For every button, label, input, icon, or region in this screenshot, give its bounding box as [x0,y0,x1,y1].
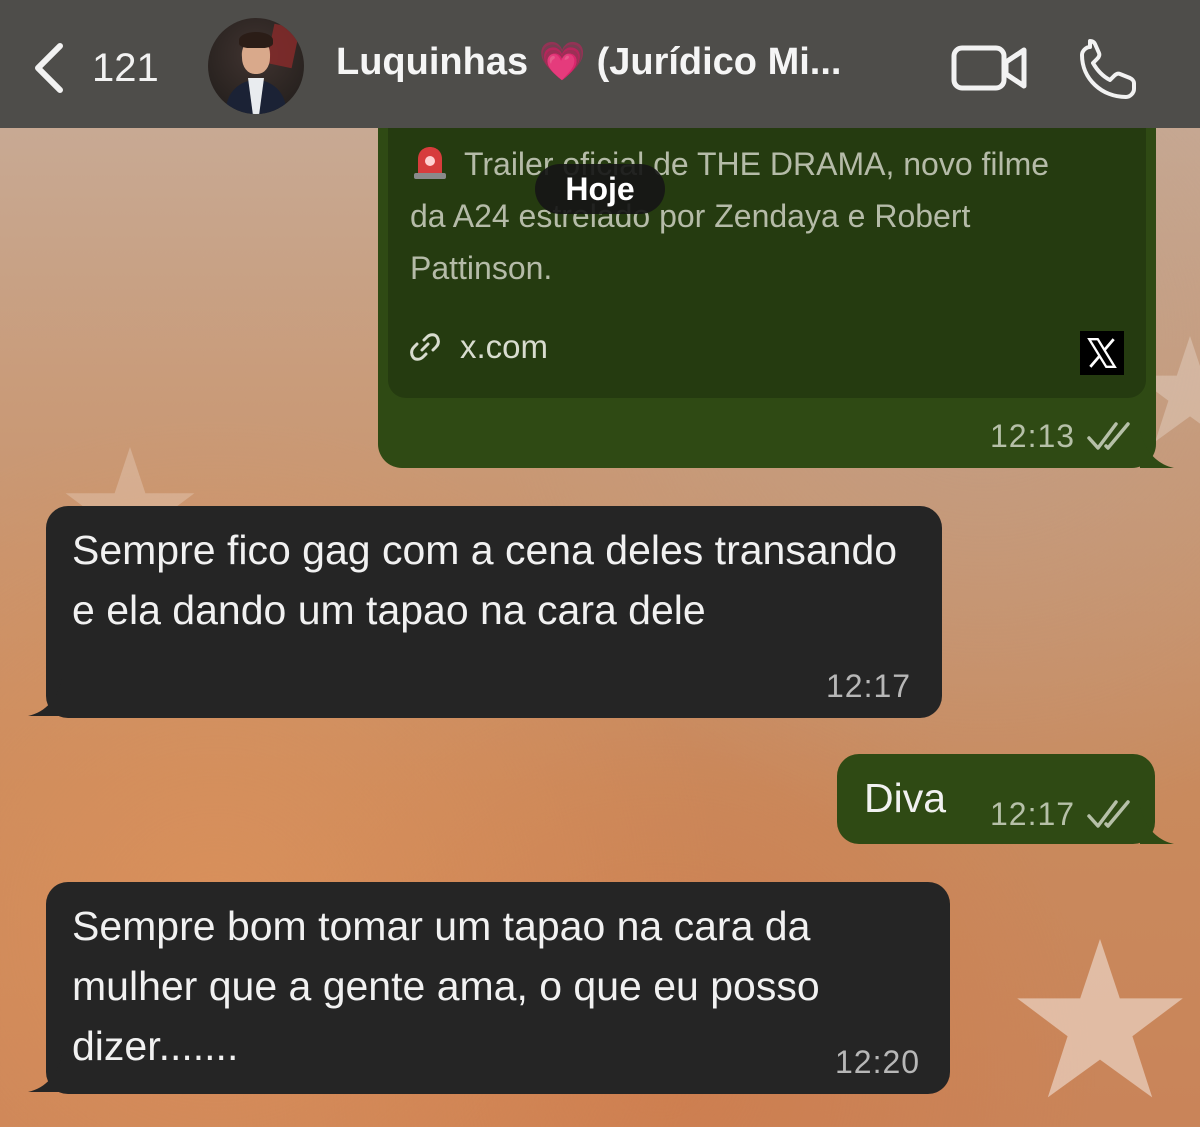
link-preview-description: Trailer oficial de THE DRAMA, novo filme… [410,146,1050,286]
x-logo-icon [1080,331,1124,375]
message-time: 12:17 [990,796,1076,832]
bubble-tail [1140,806,1174,844]
heart-emoji: 💗 [538,41,586,83]
contact-name-text: Luquinhas [336,41,529,83]
message-time: 12:13 [990,418,1076,454]
link-chain-icon [410,333,440,361]
bubble-tail [1140,430,1174,468]
link-row[interactable]: x.com [410,328,548,366]
message-text: Diva [864,775,947,821]
video-camera-icon[interactable] [950,42,1028,94]
link-preview-text: Trailer oficial de THE DRAMA, novo filme… [410,138,1090,294]
double-check-icon [1087,422,1130,450]
message-text: Sempre fico gag com a cena deles transan… [72,527,898,633]
double-check-icon [1087,800,1130,828]
bubble-tail [28,1054,62,1092]
link-domain: x.com [460,328,549,365]
message-text: Sempre bom tomar um tapao na cara da mul… [72,903,820,1069]
message-time: 12:17 [826,668,912,704]
unread-count: 121 [92,45,159,90]
back-chevron-icon [35,43,63,93]
police-siren-icon [414,147,446,179]
contact-name[interactable]: Luquinhas 💗 (Jurídico Mi... [336,40,841,84]
date-separator: Hoje [535,164,665,214]
link-preview-card[interactable]: Trailer oficial de THE DRAMA, novo filme… [388,128,1146,398]
contact-name-suffix: (Jurídico Mi... [596,41,842,83]
phone-icon[interactable] [1076,38,1140,100]
chat-header: 121 Luquinhas 💗 (Jurídico Mi... [0,0,1200,128]
bubble-tail [28,678,62,716]
message-time: 12:20 [835,1044,921,1080]
back-button[interactable]: 121 [30,36,180,100]
wallpaper-star-icon [1017,939,1183,1098]
avatar[interactable] [208,18,304,114]
